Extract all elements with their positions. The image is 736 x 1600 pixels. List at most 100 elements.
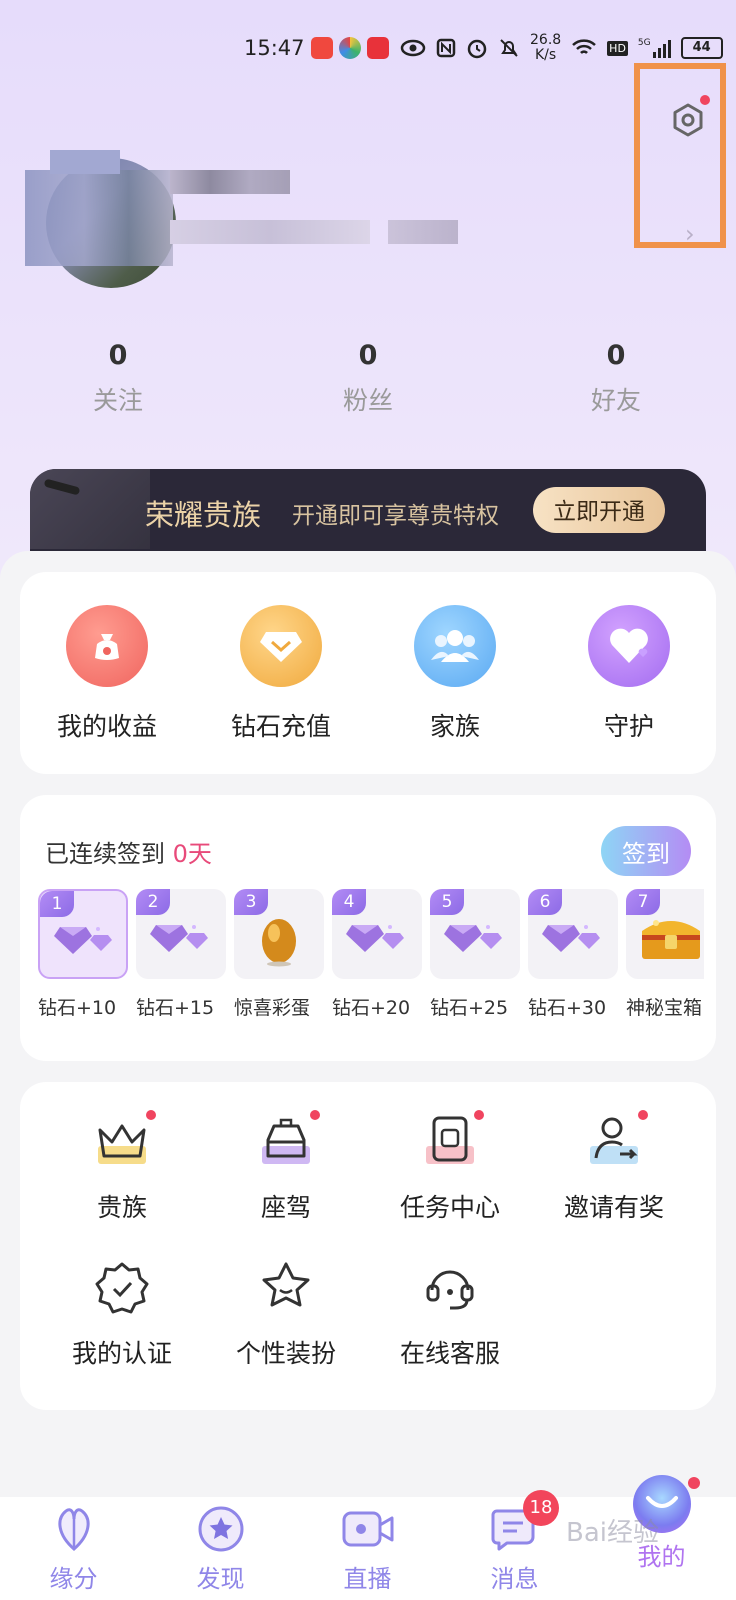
golden-egg-icon [262, 919, 296, 967]
tab-discover[interactable]: 发现 [147, 1505, 294, 1594]
stat-friends[interactable]: 0 好友 [536, 340, 696, 417]
checkin-title-prefix: 已连续签到 [45, 840, 165, 868]
notification-dot [146, 1110, 156, 1120]
wifi-icon [572, 39, 597, 54]
quick-action-label: 我的收益 [56, 712, 157, 741]
checkin-day-box: 6 [528, 889, 618, 979]
treasure-chest-icon [642, 920, 700, 959]
feature-label: 在线客服 [399, 1339, 500, 1368]
notification-dot [638, 1110, 648, 1120]
stat-fans[interactable]: 0 粉丝 [288, 340, 448, 417]
notification-dot [688, 1477, 700, 1489]
diamond-icon [54, 927, 112, 954]
username-pixelated [170, 170, 290, 194]
live-camera-icon [342, 1511, 393, 1547]
tab-label: 缘分 [49, 1565, 98, 1593]
profile-chevron-icon[interactable]: › [685, 220, 695, 248]
headset-icon [420, 1258, 480, 1318]
alarm-icon [467, 39, 487, 59]
user-id-pixelated [388, 220, 458, 244]
checkin-day-item[interactable]: 4 钻石+20 [332, 889, 422, 1020]
checkin-days-row: 1 钻石+10 2 钻石+15 3 惊喜彩蛋 4 钻石+20 5 钻石+25 6… [38, 889, 704, 1029]
tab-label: 消息 [490, 1565, 539, 1593]
crown-icon [92, 1110, 156, 1172]
checkin-day-item[interactable]: 2 钻石+15 [136, 889, 226, 1020]
feature-label: 我的认证 [71, 1339, 172, 1368]
day-number: 2 [136, 889, 170, 915]
status-indicators: 26.8 K/s HD 5G 44 [400, 33, 723, 63]
feature-customer-service[interactable]: 在线客服 [368, 1258, 532, 1370]
tab-fate[interactable]: 缘分 [0, 1505, 147, 1594]
diamond-icon [240, 605, 322, 687]
checkin-day-box: 1 [38, 889, 128, 979]
task-icon [420, 1110, 484, 1172]
checkin-days: 0天 [172, 840, 212, 868]
pixelated-block [25, 170, 173, 266]
diamond-icon [346, 925, 404, 952]
checkin-day-item[interactable]: 3 惊喜彩蛋 [234, 889, 324, 1020]
vip-open-button[interactable]: 立即开通 [533, 487, 665, 533]
signal-icon: 5G [638, 38, 671, 58]
status-time: 15:47 [244, 36, 305, 60]
day-reward-label: 惊喜彩蛋 [234, 997, 311, 1019]
notification-dot [474, 1110, 484, 1120]
app-notification-icon [366, 37, 389, 59]
message-count-badge: 18 [523, 1490, 559, 1526]
heart-icon [588, 605, 670, 687]
day-reward-label: 钻石+10 [38, 997, 117, 1019]
day-reward-label: 钻石+20 [332, 997, 411, 1019]
day-number: 4 [332, 889, 366, 915]
feature-certification[interactable]: 我的认证 [40, 1258, 204, 1370]
feature-decoration[interactable]: 个性装扮 [204, 1258, 368, 1370]
feature-label: 座驾 [260, 1193, 311, 1222]
quick-action-earnings[interactable]: 我的收益 [20, 605, 194, 743]
feature-car[interactable]: 座驾 [204, 1110, 368, 1224]
vip-title: 荣耀贵族 [145, 498, 262, 532]
diamond-icon [150, 925, 208, 952]
checkin-day-item[interactable]: 5 钻石+25 [430, 889, 520, 1020]
vip-tag-icon [30, 469, 150, 549]
feature-label: 任务中心 [399, 1193, 500, 1222]
diamond-icon [542, 925, 600, 952]
day-reward-label: 神秘宝箱 [626, 997, 703, 1019]
battery-icon: 44 [680, 37, 723, 59]
tab-label: 发现 [196, 1565, 245, 1593]
verified-badge-icon [92, 1258, 152, 1318]
feature-invite[interactable]: 邀请有奖 [532, 1110, 696, 1224]
stat-label: 关注 [92, 386, 143, 415]
net-speed: 26.8 K/s [530, 32, 562, 63]
day-number: 1 [40, 891, 74, 917]
stat-count: 0 [606, 340, 626, 371]
checkin-day-box: 7 [626, 889, 704, 979]
quick-action-label: 钻石充值 [230, 712, 331, 741]
profile-header[interactable] [20, 150, 620, 290]
stat-following[interactable]: 0 关注 [38, 340, 198, 417]
quick-action-recharge[interactable]: 钻石充值 [194, 605, 368, 743]
vip-subtitle: 开通即可享尊贵特权 [292, 503, 499, 529]
checkin-day-item[interactable]: 1 钻石+10 [38, 889, 128, 1020]
invite-user-icon [584, 1110, 648, 1172]
day-reward-label: 钻石+25 [430, 997, 509, 1019]
notification-dot [310, 1110, 320, 1120]
user-id-pixelated [170, 220, 370, 244]
quick-actions-row: 我的收益 钻石充值 家族 守护 [20, 605, 716, 743]
checkin-day-box: 4 [332, 889, 422, 979]
checkin-day-item[interactable]: 6 钻石+30 [528, 889, 618, 1020]
feature-task-center[interactable]: 任务中心 [368, 1110, 532, 1224]
group-icon [414, 605, 496, 687]
tab-label: 直播 [343, 1565, 392, 1593]
quick-action-family[interactable]: 家族 [368, 605, 542, 743]
feature-label: 邀请有奖 [563, 1193, 664, 1222]
features-grid: 贵族 座驾 任务中心 邀请有奖 我的认证 个性装扮 在线客服 [40, 1110, 696, 1370]
tab-live[interactable]: 直播 [294, 1505, 441, 1594]
quick-action-guard[interactable]: 守护 [542, 605, 716, 743]
feature-nobility[interactable]: 贵族 [40, 1110, 204, 1224]
discover-star-icon [198, 1506, 243, 1552]
feature-label: 个性装扮 [235, 1339, 336, 1368]
car-icon [256, 1110, 320, 1172]
checkin-day-item[interactable]: 7 神秘宝箱 [626, 889, 704, 1020]
checkin-day-box: 2 [136, 889, 226, 979]
app-notification-icon [310, 37, 333, 59]
quick-action-label: 家族 [429, 712, 480, 741]
checkin-button[interactable]: 签到 [601, 826, 691, 876]
